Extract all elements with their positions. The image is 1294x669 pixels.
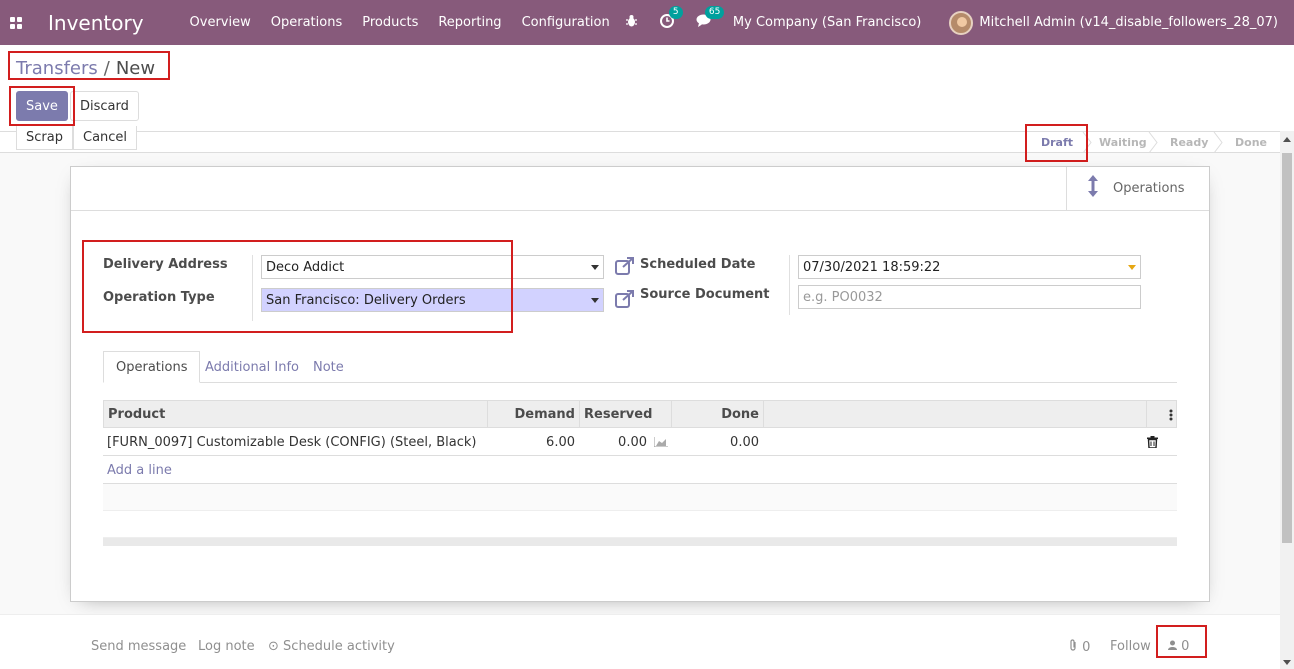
apps-menu-icon[interactable]: [0, 0, 32, 45]
activity-clock-icon[interactable]: 5: [659, 5, 683, 32]
dropdown-caret-icon[interactable]: [591, 265, 599, 270]
send-message-button[interactable]: Send message: [91, 639, 186, 654]
attachments-count: 0: [1082, 640, 1091, 655]
cancel-button[interactable]: Cancel: [73, 126, 138, 150]
menu-products[interactable]: Products: [362, 15, 418, 30]
label-separator: [252, 255, 253, 321]
scheduled-date-label: Scheduled Date: [640, 257, 756, 272]
company-switcher[interactable]: My Company (San Francisco): [733, 15, 921, 30]
stage-divider-icon: [1082, 132, 1092, 153]
table-footer: [103, 538, 1177, 546]
row-demand: 6.00: [546, 434, 575, 450]
menu-overview[interactable]: Overview: [190, 15, 251, 30]
stage-ready[interactable]: Ready: [1170, 132, 1208, 152]
scheduled-date-input[interactable]: 07/30/2021 18:59:22: [798, 255, 1141, 279]
empty-row: [103, 511, 1177, 538]
clock-icon: ⊙: [268, 639, 279, 654]
menu-configuration[interactable]: Configuration: [522, 15, 610, 30]
operations-smart-button[interactable]: Operations: [1066, 167, 1209, 210]
discard-button[interactable]: Discard: [70, 91, 139, 121]
scroll-thumb[interactable]: [1282, 153, 1292, 543]
stage-done[interactable]: Done: [1235, 132, 1267, 152]
tab-additional-info[interactable]: Additional Info: [193, 351, 311, 383]
column-reserved[interactable]: Reserved: [580, 401, 672, 428]
row-done: 0.00: [730, 434, 759, 450]
attachments-button[interactable]: 0: [1069, 639, 1090, 655]
scroll-up-arrow-icon[interactable]: [1283, 137, 1291, 142]
user-icon: [1168, 639, 1181, 654]
add-a-line-link[interactable]: Add a line: [103, 456, 176, 484]
external-link-icon[interactable]: [615, 257, 635, 279]
delivery-address-label: Delivery Address: [103, 257, 228, 272]
delivery-address-value: Deco Addict: [266, 259, 345, 275]
empty-row: [103, 484, 1177, 511]
external-link-icon[interactable]: [615, 290, 635, 312]
user-menu[interactable]: Mitchell Admin (v14_disable_followers_28…: [979, 15, 1278, 30]
button-box: Operations: [71, 167, 1209, 211]
breadcrumb: Transfers / New: [16, 58, 155, 79]
source-document-label: Source Document: [640, 287, 770, 302]
scroll-down-arrow-icon[interactable]: [1283, 660, 1291, 665]
save-button[interactable]: Save: [16, 91, 68, 121]
add-line-row: Add a line: [103, 456, 1177, 484]
stage-divider-icon: [1213, 132, 1223, 153]
operations-smart-label: Operations: [1113, 181, 1185, 196]
operation-type-value: San Francisco: Delivery Orders: [266, 292, 466, 308]
source-document-placeholder: e.g. PO0032: [803, 289, 883, 305]
dropdown-caret-icon[interactable]: [591, 298, 599, 303]
breadcrumb-current: New: [115, 58, 156, 79]
user-avatar[interactable]: [949, 10, 974, 35]
trash-icon[interactable]: [1143, 428, 1163, 456]
column-demand[interactable]: Demand: [488, 401, 580, 428]
arrows-vertical-icon: [1087, 174, 1099, 203]
tab-operations[interactable]: Operations: [103, 351, 201, 383]
label-separator: [789, 255, 790, 315]
column-spacer: [764, 401, 1147, 428]
top-navbar: Inventory Overview Operations Products R…: [0, 0, 1294, 45]
chatter: Send message Log note ⊙ Schedule activit…: [0, 614, 1280, 669]
followers-button[interactable]: 0: [1168, 639, 1189, 654]
schedule-activity-button[interactable]: ⊙ Schedule activity: [268, 639, 395, 654]
message-count-badge: 65: [704, 6, 725, 19]
schedule-activity-label: Schedule activity: [283, 639, 395, 654]
menu-operations[interactable]: Operations: [271, 15, 342, 30]
menu-reporting[interactable]: Reporting: [438, 15, 501, 30]
debug-bug-icon[interactable]: [625, 14, 638, 32]
vertical-scrollbar[interactable]: [1280, 131, 1294, 669]
operations-table: Product Demand Reserved Done [FURN_0097]…: [103, 400, 1177, 546]
delivery-address-select[interactable]: Deco Addict: [261, 255, 604, 279]
scrap-button[interactable]: Scrap: [16, 126, 73, 150]
operation-type-label: Operation Type: [103, 290, 215, 305]
followers-count: 0: [1181, 639, 1190, 654]
breadcrumb-separator: /: [103, 58, 110, 79]
stage-draft: Draft: [1041, 135, 1074, 149]
breadcrumb-transfers[interactable]: Transfers: [16, 58, 98, 79]
statusbar: Scrap Cancel Draft Waiting Ready Done: [0, 126, 1280, 153]
date-caret-icon[interactable]: [1128, 265, 1136, 270]
optional-columns-icon[interactable]: [1147, 401, 1177, 428]
messages-comments-icon[interactable]: 65: [696, 6, 725, 31]
activity-count-badge: 5: [668, 5, 683, 19]
paperclip-icon: [1069, 639, 1082, 655]
follow-button[interactable]: Follow: [1110, 639, 1151, 654]
stage-waiting[interactable]: Waiting: [1099, 132, 1147, 152]
forecast-chart-icon[interactable]: [650, 428, 672, 456]
row-product: [FURN_0097] Customizable Desk (CONFIG) (…: [107, 434, 477, 450]
row-reserved: 0.00: [618, 434, 647, 450]
table-row[interactable]: [FURN_0097] Customizable Desk (CONFIG) (…: [103, 428, 1177, 456]
operation-type-select[interactable]: San Francisco: Delivery Orders: [261, 288, 604, 312]
table-header: Product Demand Reserved Done: [103, 400, 1177, 428]
tab-note[interactable]: Note: [301, 351, 356, 383]
source-document-input[interactable]: e.g. PO0032: [798, 285, 1141, 309]
column-done[interactable]: Done: [672, 401, 764, 428]
stage-divider-icon: [1148, 132, 1158, 153]
scheduled-date-value: 07/30/2021 18:59:22: [803, 259, 941, 275]
app-name[interactable]: Inventory: [48, 11, 144, 35]
notebook-tabs: Operations Additional Info Note: [103, 351, 1177, 383]
column-product[interactable]: Product: [104, 401, 488, 428]
log-note-button[interactable]: Log note: [198, 639, 255, 654]
